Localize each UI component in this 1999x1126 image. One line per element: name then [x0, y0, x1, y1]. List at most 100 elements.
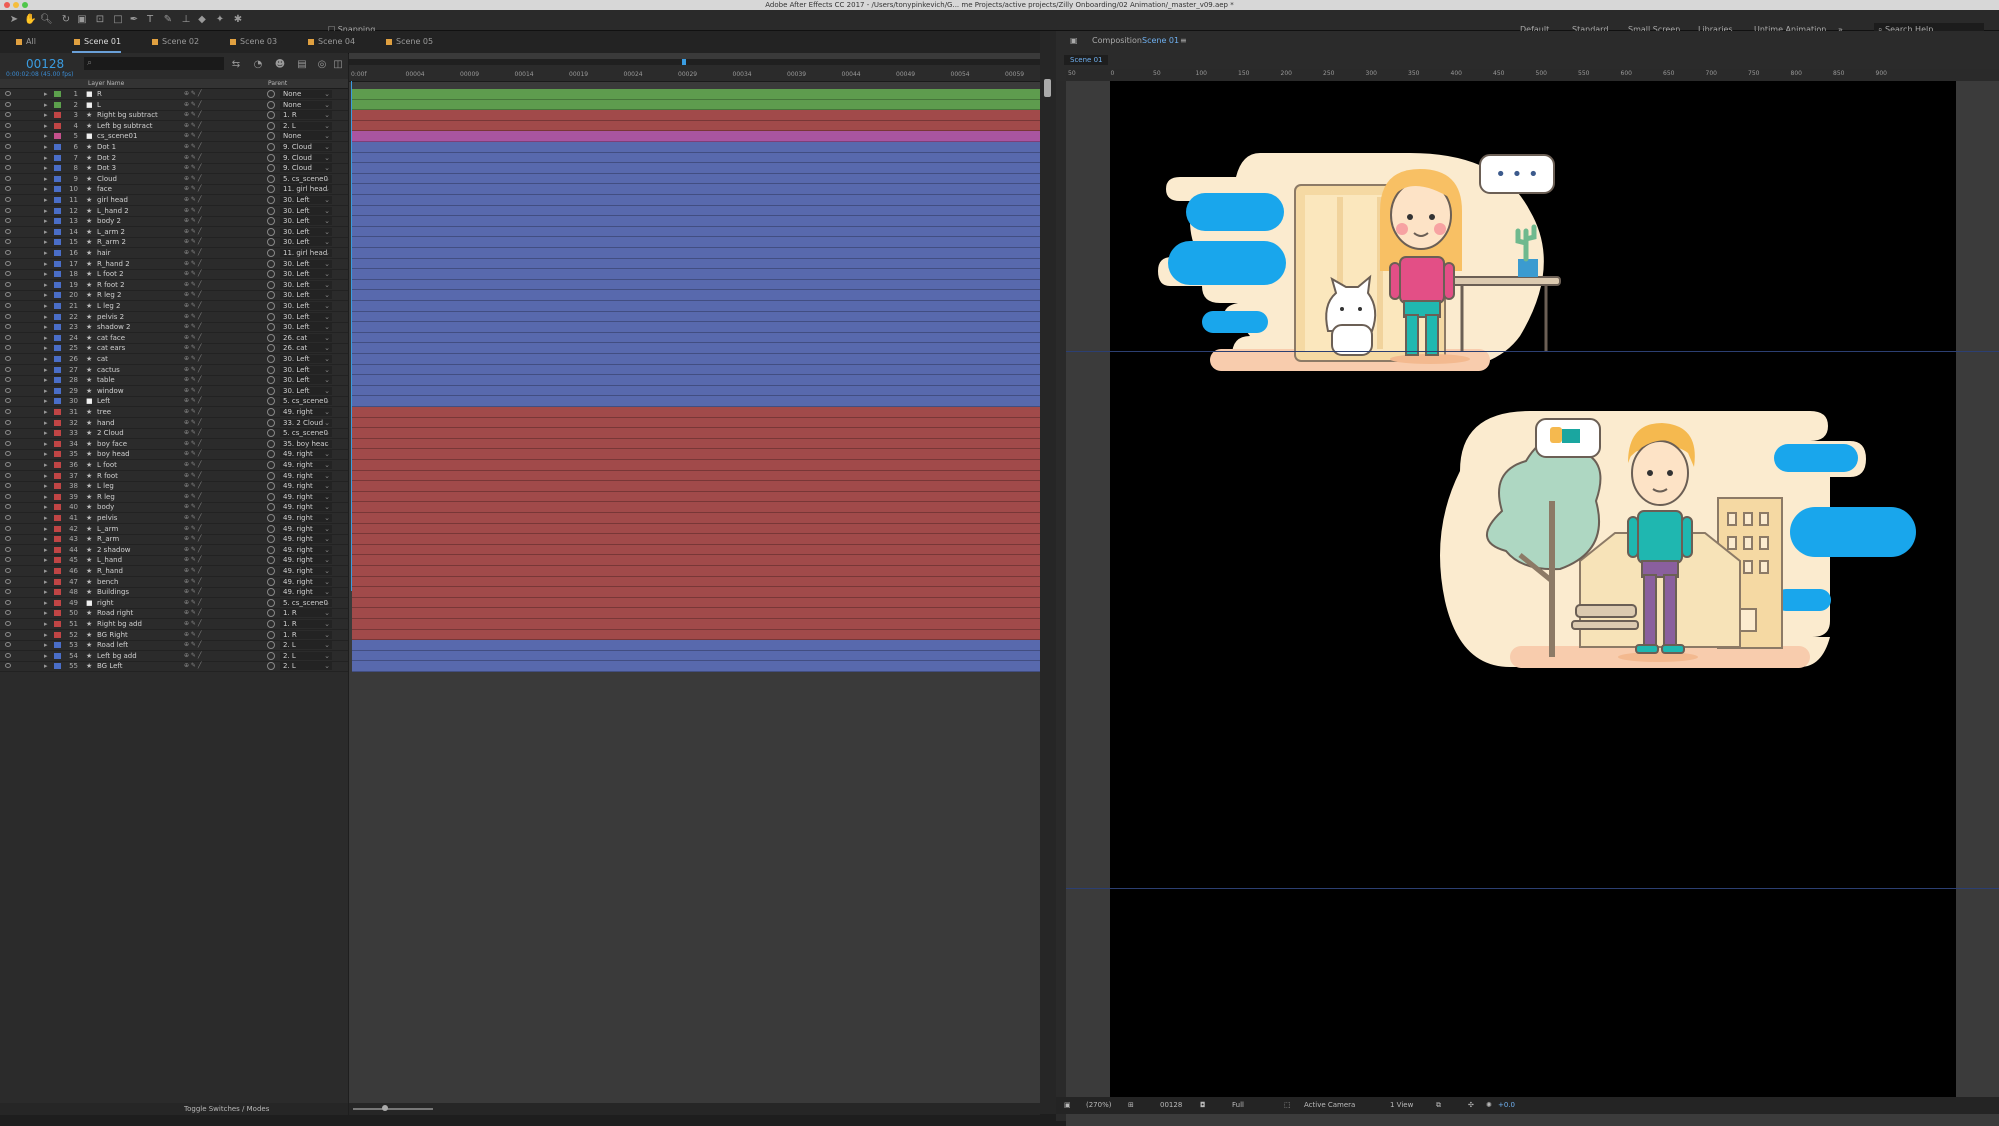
layer-name[interactable]: BG Right: [97, 630, 128, 640]
layer-row[interactable]: ▸ 46 ★ R_hand ⊕ ✎ ╱ 49. right ⌄: [0, 566, 348, 577]
layer-name[interactable]: cactus: [97, 365, 120, 375]
parent-pickwhip-icon[interactable]: [267, 217, 275, 226]
label-color-swatch[interactable]: [54, 610, 61, 617]
layer-switches[interactable]: ⊕ ✎ ╱: [184, 449, 201, 459]
parent-pickwhip-icon[interactable]: [267, 577, 275, 586]
parent-pickwhip-icon[interactable]: [267, 662, 275, 671]
parent-pickwhip-icon[interactable]: [267, 196, 275, 204]
layer-duration-bar[interactable]: [352, 290, 1040, 301]
visibility-eye-icon[interactable]: [5, 578, 11, 584]
parent-pickwhip-icon[interactable]: [267, 651, 275, 660]
layer-duration-bar[interactable]: [352, 417, 1040, 429]
layer-row[interactable]: ▸ 49 ■ right ⊕ ✎ ╱ 5. cs_scene0 ⌄: [0, 598, 348, 609]
expand-triangle-icon[interactable]: ▸: [44, 619, 48, 629]
visibility-eye-icon[interactable]: [5, 345, 11, 351]
expand-triangle-icon[interactable]: ▸: [44, 471, 48, 481]
parent-dropdown[interactable]: 49. right ⌄: [280, 524, 332, 533]
expand-triangle-icon[interactable]: ▸: [44, 661, 48, 671]
layer-duration-bar[interactable]: [352, 237, 1040, 248]
visibility-eye-icon[interactable]: [5, 324, 11, 330]
type-tool-icon[interactable]: T: [144, 14, 156, 26]
parent-pickwhip-icon[interactable]: [267, 450, 275, 459]
parent-pickwhip-icon[interactable]: [267, 503, 275, 512]
layer-duration-bar[interactable]: [352, 661, 1040, 672]
layer-duration-bar[interactable]: [352, 587, 1040, 598]
parent-pickwhip-icon[interactable]: [267, 206, 275, 215]
label-color-swatch[interactable]: [54, 642, 61, 649]
visibility-eye-icon[interactable]: [5, 419, 11, 425]
tab-all[interactable]: All: [14, 31, 36, 53]
expand-triangle-icon[interactable]: ▸: [44, 259, 48, 269]
expand-triangle-icon[interactable]: ▸: [44, 651, 48, 661]
expand-triangle-icon[interactable]: ▸: [44, 100, 48, 110]
hand-tool-icon[interactable]: ✋: [24, 14, 36, 26]
layer-duration-bar[interactable]: [352, 460, 1040, 471]
layer-name[interactable]: R_hand: [97, 566, 123, 576]
expand-triangle-icon[interactable]: ▸: [44, 290, 48, 300]
expand-triangle-icon[interactable]: ▸: [44, 216, 48, 226]
layer-switches[interactable]: ⊕ ✎ ╱: [184, 513, 201, 523]
label-color-swatch[interactable]: [54, 324, 61, 331]
label-color-swatch[interactable]: [54, 218, 61, 225]
layer-switches[interactable]: ⊕ ✎ ╱: [184, 301, 201, 311]
grid-options-icon[interactable]: ⊞: [1128, 1097, 1134, 1114]
parent-pickwhip-icon[interactable]: [267, 312, 275, 321]
parent-dropdown[interactable]: 49. right ⌄: [280, 492, 332, 501]
parent-dropdown[interactable]: 30. Left ⌄: [280, 302, 332, 310]
label-color-swatch[interactable]: [54, 377, 61, 384]
label-color-swatch[interactable]: [54, 568, 61, 574]
layer-row[interactable]: ▸ 41 ★ pelvis ⊕ ✎ ╱ 49. right ⌄: [0, 513, 348, 524]
layer-duration-bar[interactable]: [352, 523, 1040, 535]
layer-name[interactable]: BG Left: [97, 661, 123, 671]
label-color-swatch[interactable]: [54, 334, 61, 341]
layer-switches[interactable]: ⊕ ✎ ╱: [184, 524, 201, 534]
parent-pickwhip-icon[interactable]: [267, 280, 275, 289]
layer-duration-bar[interactable]: [352, 205, 1040, 217]
layer-name[interactable]: R foot 2: [97, 280, 125, 290]
parent-dropdown[interactable]: 30. Left ⌄: [280, 280, 332, 289]
layer-switches[interactable]: ⊕ ✎ ╱: [184, 290, 201, 300]
visibility-eye-icon[interactable]: [5, 631, 11, 637]
visibility-eye-icon[interactable]: [5, 440, 11, 446]
expand-triangle-icon[interactable]: ▸: [44, 502, 48, 512]
parent-dropdown[interactable]: 2. L ⌄: [280, 651, 332, 660]
visibility-eye-icon[interactable]: [5, 228, 11, 234]
tab-scene-02[interactable]: Scene 02: [150, 31, 199, 53]
visibility-eye-icon[interactable]: [5, 303, 11, 308]
motion-blur-icon[interactable]: ◎: [316, 59, 328, 71]
label-color-swatch[interactable]: [54, 175, 61, 182]
layer-row[interactable]: ▸ 5 ■ cs_scene01 ⊕ ✎ ╱ None ⌄: [0, 131, 348, 143]
layer-duration-bar[interactable]: [352, 438, 1040, 450]
always-preview-icon[interactable]: ▣: [1064, 1097, 1071, 1114]
parent-pickwhip-icon[interactable]: [267, 227, 275, 236]
current-time-field[interactable]: 00128: [1160, 1097, 1182, 1114]
label-color-swatch[interactable]: [54, 228, 61, 235]
expand-triangle-icon[interactable]: ▸: [44, 142, 48, 152]
visibility-eye-icon[interactable]: [5, 483, 11, 489]
parent-dropdown[interactable]: 30. Left ⌄: [280, 270, 332, 279]
visibility-eye-icon[interactable]: [5, 334, 11, 340]
label-color-swatch[interactable]: [54, 589, 61, 596]
layer-row[interactable]: ▸ 36 ★ L foot ⊕ ✎ ╱ 49. right ⌄: [0, 460, 348, 471]
visibility-eye-icon[interactable]: [5, 271, 11, 277]
layer-switches[interactable]: ⊕ ✎ ╱: [184, 407, 201, 417]
label-color-swatch[interactable]: [54, 546, 61, 553]
layer-name[interactable]: tree: [97, 407, 111, 417]
layer-name[interactable]: pelvis 2: [97, 312, 124, 322]
composition-panel-title[interactable]: Composition: [1092, 31, 1142, 51]
parent-pickwhip-icon[interactable]: [267, 641, 275, 650]
visibility-eye-icon[interactable]: [5, 621, 11, 626]
label-color-swatch[interactable]: [54, 599, 61, 606]
visibility-eye-icon[interactable]: [5, 292, 11, 298]
layer-switches[interactable]: ⊕ ✎ ╱: [184, 481, 201, 491]
layer-row[interactable]: ▸ 12 ★ L_hand 2 ⊕ ✎ ╱ 30. Left ⌄: [0, 206, 348, 217]
expand-triangle-icon[interactable]: ▸: [44, 640, 48, 650]
fast-previews-icon[interactable]: ✣: [1468, 1097, 1474, 1114]
layer-name[interactable]: L_arm: [97, 524, 118, 534]
visibility-eye-icon[interactable]: [5, 313, 11, 319]
camera-tool-icon[interactable]: ▣: [76, 14, 88, 26]
layer-duration-bar[interactable]: [352, 195, 1040, 206]
visibility-eye-icon[interactable]: [5, 356, 11, 361]
parent-pickwhip-icon[interactable]: [267, 429, 275, 438]
label-color-swatch[interactable]: [54, 154, 61, 161]
